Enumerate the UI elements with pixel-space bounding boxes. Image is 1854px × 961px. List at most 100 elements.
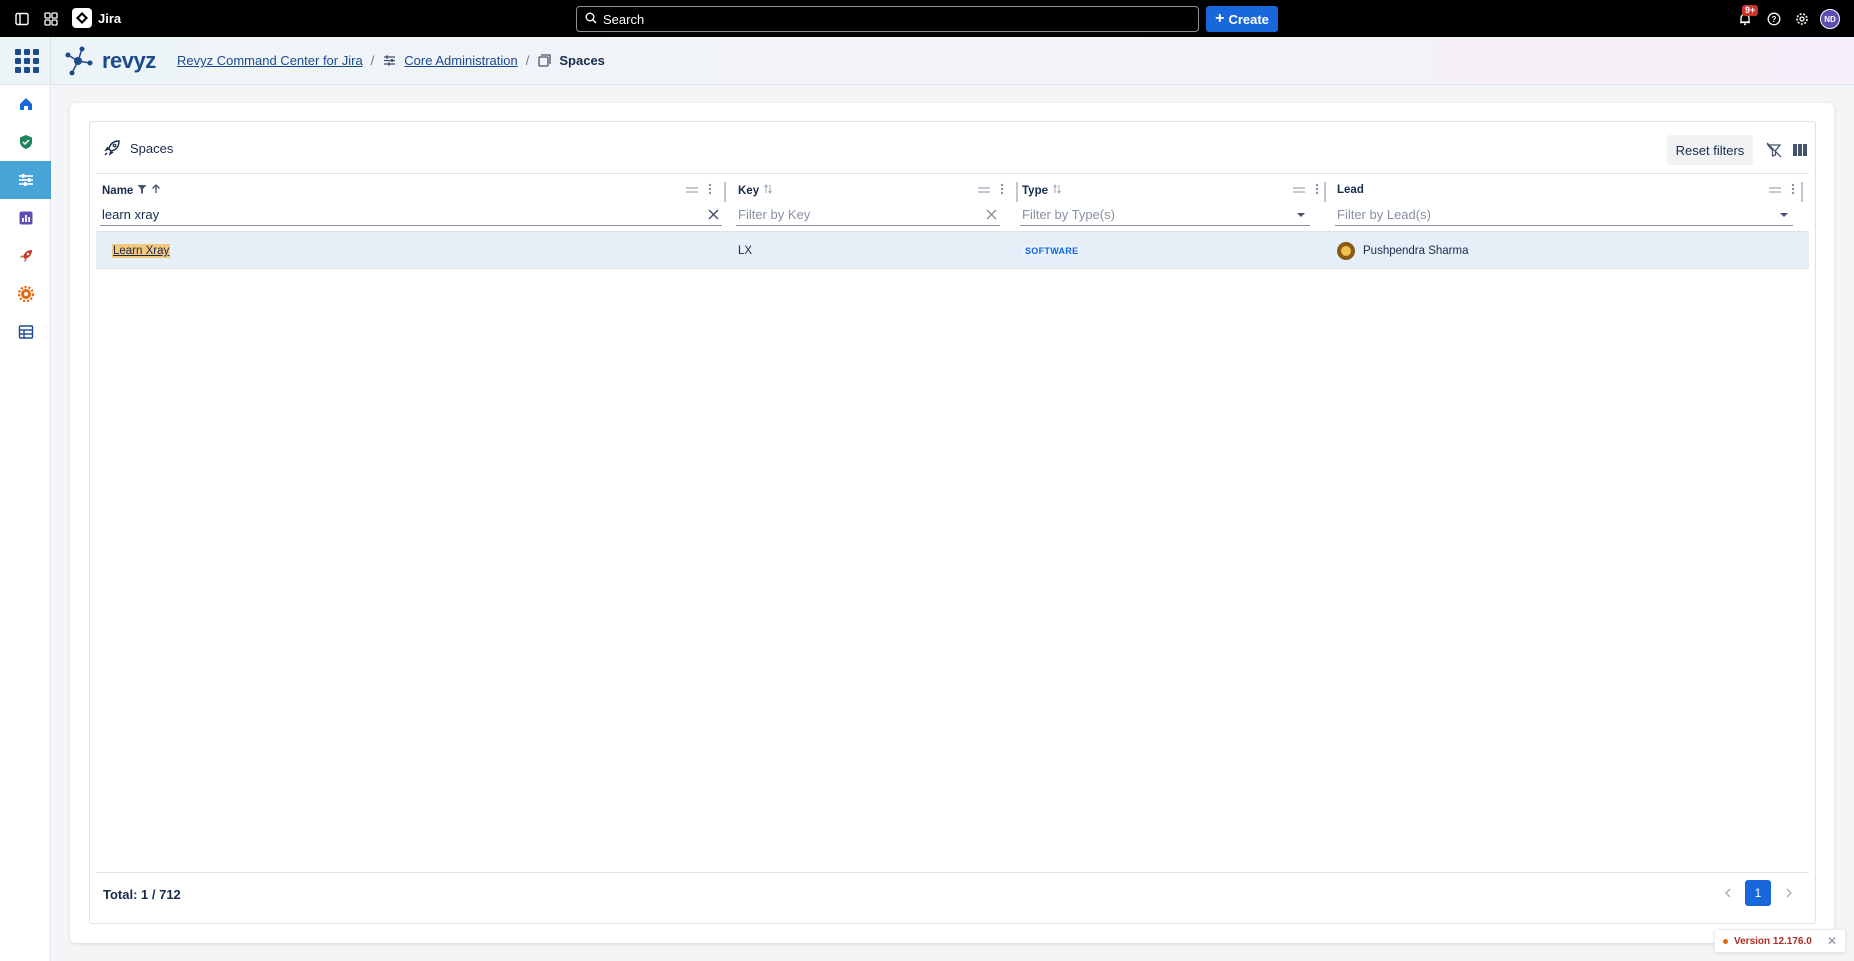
drag-handle-icon[interactable] xyxy=(686,185,698,197)
version-label: Version 12.176.0 xyxy=(1734,935,1812,947)
table-icon xyxy=(18,325,33,339)
sidebar-item-spaces[interactable] xyxy=(0,237,51,275)
spaces-icon xyxy=(537,54,551,68)
type-badge: SOFTWARE xyxy=(1022,245,1082,257)
column-resizer[interactable] xyxy=(1801,182,1803,202)
breadcrumb-separator: / xyxy=(525,53,530,68)
app-name[interactable]: Jira xyxy=(98,11,121,26)
column-name: Name learn xray xyxy=(96,174,726,228)
clear-key-filter-icon[interactable] xyxy=(984,209,998,220)
cell-lead: Pushpendra Sharma xyxy=(1337,232,1468,270)
cell-key: LX xyxy=(738,245,753,257)
next-page-button[interactable] xyxy=(1776,880,1802,906)
total-count: Total: 1 / 712 xyxy=(103,887,181,902)
user-avatar[interactable]: ND xyxy=(1820,9,1840,29)
table-header: Name learn xray Key Filter by Key Type F… xyxy=(96,173,1809,227)
drag-handle-icon[interactable] xyxy=(1769,185,1781,197)
column-key: Key Filter by Key xyxy=(732,174,1018,228)
chevron-down-icon[interactable] xyxy=(1777,212,1791,218)
column-resizer[interactable] xyxy=(724,182,726,202)
create-button[interactable]: + Create xyxy=(1206,6,1278,32)
column-header-name[interactable]: Name xyxy=(102,184,161,197)
column-label: Name xyxy=(102,184,134,197)
column-menu-icon[interactable] xyxy=(1315,183,1319,198)
sort-icon[interactable] xyxy=(1052,184,1062,197)
column-menu-icon[interactable] xyxy=(1000,183,1004,198)
sort-icon[interactable] xyxy=(763,184,773,197)
column-label: Key xyxy=(738,184,760,197)
breadcrumb-separator: / xyxy=(370,53,375,68)
chart-icon xyxy=(19,211,32,225)
breadcrumb-link-core-administration[interactable]: Core Administration xyxy=(404,53,517,68)
jira-logo-icon[interactable] xyxy=(72,8,92,28)
revyz-logo-text: revyz xyxy=(102,48,156,73)
sort-ascending-icon[interactable] xyxy=(151,184,161,197)
name-filter-value: learn xray xyxy=(102,207,160,222)
drag-handle-icon[interactable] xyxy=(1293,185,1305,197)
type-filter-select[interactable]: Filter by Type(s) xyxy=(1020,204,1310,226)
version-toast: Version 12.176.0 ✕ xyxy=(1714,929,1846,953)
shield-icon xyxy=(19,135,32,149)
settings-gear-icon[interactable] xyxy=(1792,9,1812,29)
column-label: Lead xyxy=(1337,184,1364,196)
apps-grid-icon[interactable] xyxy=(15,49,39,73)
svg-text:?: ? xyxy=(1772,15,1777,24)
panel-title: Spaces xyxy=(130,141,174,156)
sidebar-item-settings[interactable] xyxy=(0,275,51,313)
breadcrumb-link-command-center[interactable]: Revyz Command Center for Jira xyxy=(177,53,363,68)
column-type: Type Filter by Type(s) xyxy=(1016,174,1327,228)
sliders-icon xyxy=(18,174,33,186)
panel-header: Spaces Reset filters xyxy=(90,122,1815,172)
space-name-link[interactable]: Learn Xray xyxy=(112,244,171,258)
lead-filter-placeholder: Filter by Lead(s) xyxy=(1337,207,1431,222)
page-button-current[interactable]: 1 xyxy=(1745,880,1771,906)
chevron-left-icon xyxy=(1725,888,1731,898)
cell-name: Learn Xray xyxy=(112,232,171,270)
column-header-type[interactable]: Type xyxy=(1022,184,1062,197)
clear-filter-icon[interactable] xyxy=(1765,141,1783,159)
lead-filter-select[interactable]: Filter by Lead(s) xyxy=(1335,204,1793,226)
app-switcher-icon[interactable] xyxy=(41,9,61,29)
chevron-down-icon[interactable] xyxy=(1294,212,1308,218)
filter-active-icon[interactable] xyxy=(137,184,147,197)
sidebar-item-administration[interactable] xyxy=(0,161,51,199)
type-filter-placeholder: Filter by Type(s) xyxy=(1022,207,1115,222)
column-label: Type xyxy=(1022,184,1048,197)
close-icon[interactable]: ✕ xyxy=(1827,934,1837,948)
revyz-molecule-icon xyxy=(65,46,93,76)
spaces-panel: Spaces Reset filters Name learn xray Key… xyxy=(89,121,1816,924)
drag-handle-icon[interactable] xyxy=(978,185,990,197)
sidebar-toggle-icon[interactable] xyxy=(12,9,32,29)
app-header: revyz Revyz Command Center for Jira / Co… xyxy=(0,37,1854,85)
name-filter-input[interactable]: learn xray xyxy=(100,204,722,226)
columns-icon[interactable] xyxy=(1791,141,1809,159)
column-menu-icon[interactable] xyxy=(708,183,712,198)
search-placeholder: Search xyxy=(603,11,645,27)
help-icon[interactable]: ? xyxy=(1764,9,1784,29)
notification-count-badge: 9+ xyxy=(1742,5,1759,16)
sliders-icon xyxy=(382,54,396,68)
key-filter-input[interactable]: Filter by Key xyxy=(736,204,1000,226)
rocket-icon xyxy=(19,250,32,262)
footer-divider xyxy=(96,872,1809,873)
column-header-key[interactable]: Key xyxy=(738,184,773,197)
header-divider xyxy=(50,37,51,85)
key-filter-placeholder: Filter by Key xyxy=(738,207,811,222)
previous-page-button[interactable] xyxy=(1715,880,1741,906)
search-input[interactable]: Search xyxy=(576,6,1199,32)
clear-name-filter-icon[interactable] xyxy=(706,209,720,220)
column-header-lead[interactable]: Lead xyxy=(1337,184,1364,196)
table-row[interactable]: Learn Xray LX SOFTWARE Pushpendra Sharma xyxy=(96,231,1809,269)
sidebar-item-reports[interactable] xyxy=(0,199,51,237)
sidebar-item-tables[interactable] xyxy=(0,313,51,351)
chevron-right-icon xyxy=(1786,888,1792,898)
column-menu-icon[interactable] xyxy=(1791,183,1795,198)
rocket-icon xyxy=(103,139,121,160)
home-icon xyxy=(19,98,32,110)
sidebar-item-home[interactable] xyxy=(0,85,51,123)
revyz-logo[interactable]: revyz xyxy=(62,43,156,79)
lead-name: Pushpendra Sharma xyxy=(1363,245,1469,257)
reset-filters-button[interactable]: Reset filters xyxy=(1667,135,1753,165)
column-resizer[interactable] xyxy=(1324,182,1326,202)
sidebar-item-security[interactable] xyxy=(0,123,51,161)
